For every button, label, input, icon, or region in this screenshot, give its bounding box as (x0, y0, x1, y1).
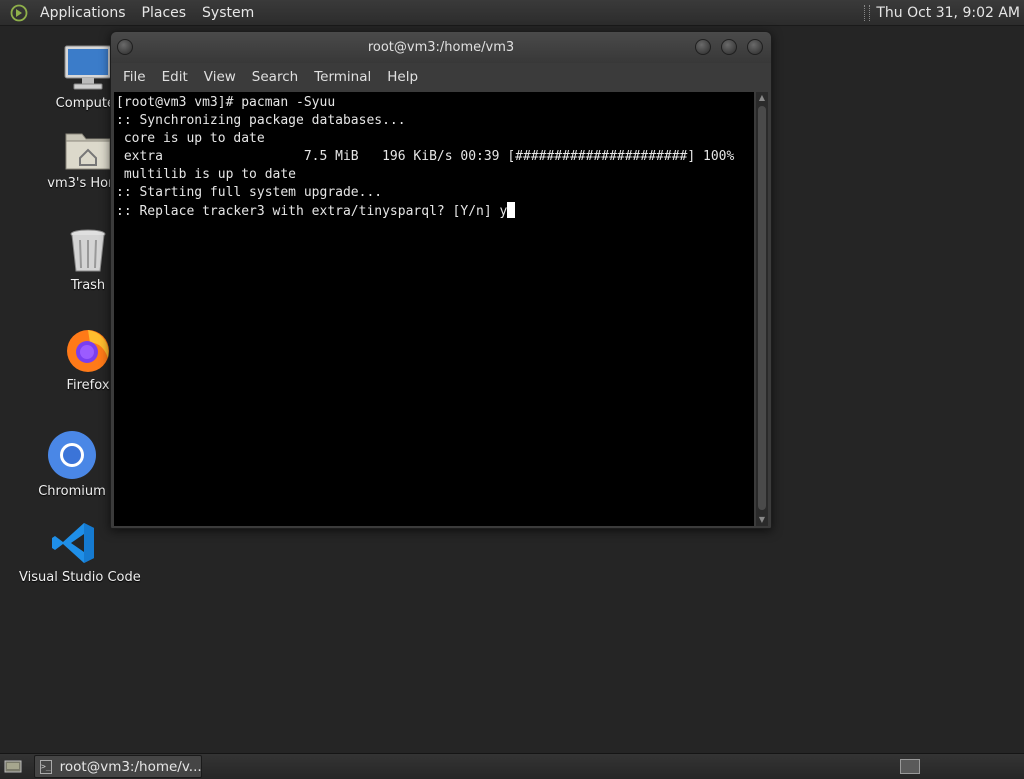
menu-edit[interactable]: Edit (154, 69, 196, 85)
system-menu[interactable]: System (194, 5, 262, 21)
workspace-switcher[interactable] (900, 759, 920, 774)
menu-terminal[interactable]: Terminal (306, 69, 379, 85)
terminal-window[interactable]: root@vm3:/home/vm3 File Edit View Search… (110, 31, 772, 529)
terminal-line: :: Replace tracker3 with extra/tinysparq… (116, 204, 508, 219)
terminal-menubar: File Edit View Search Terminal Help (111, 63, 771, 90)
trash-icon (70, 229, 106, 272)
computer-icon (64, 45, 112, 90)
terminal-scrollbar[interactable]: ▲ ▼ (756, 92, 768, 526)
desktop-icon-label: Chromium (38, 484, 106, 499)
close-button[interactable] (747, 39, 763, 55)
applications-menu[interactable]: Applications (32, 5, 134, 21)
desktop-icon-label: Visual Studio Code (19, 570, 141, 585)
terminal-line: core is up to date (116, 131, 265, 146)
menu-help[interactable]: Help (379, 69, 426, 85)
firefox-icon (67, 330, 109, 372)
show-desktop-icon[interactable] (4, 759, 22, 774)
menu-file[interactable]: File (115, 69, 154, 85)
window-title: root@vm3:/home/vm3 (367, 40, 515, 55)
vscode-icon (52, 523, 94, 563)
terminal-icon: >_ (40, 759, 52, 774)
bottom-panel: >_ root@vm3:/home/v... (0, 753, 1024, 779)
taskbar-terminal-button[interactable]: >_ root@vm3:/home/v... (34, 755, 202, 778)
terminal-line: multilib is up to date (116, 167, 297, 182)
desktop-icon-label: Firefox (66, 378, 110, 393)
panel-handle (864, 4, 871, 21)
window-menu-button[interactable] (117, 39, 133, 55)
terminal-line: :: Starting full system upgrade... (116, 185, 383, 200)
scroll-up-arrow-icon[interactable]: ▲ (756, 92, 768, 104)
window-titlebar[interactable]: root@vm3:/home/vm3 (111, 32, 771, 63)
terminal-line: [root@vm3 vm3]# pacman -Syuu (116, 95, 336, 110)
desktop-icon-vscode[interactable]: Visual Studio Code (19, 520, 141, 585)
scrollbar-thumb[interactable] (758, 106, 766, 510)
terminal-line: extra 7.5 MiB 196 KiB/s 00:39 [#########… (116, 149, 735, 164)
chromium-icon (48, 431, 96, 479)
scroll-down-arrow-icon[interactable]: ▼ (756, 514, 768, 526)
task-label: root@vm3:/home/v... (59, 758, 202, 775)
places-menu[interactable]: Places (134, 5, 195, 21)
home-folder-icon (65, 133, 111, 170)
menu-search[interactable]: Search (244, 69, 306, 85)
maximize-button[interactable] (721, 39, 737, 55)
text-cursor (507, 202, 516, 218)
desktop-icon-label: Trash (70, 278, 106, 293)
terminal-line: :: Synchronizing package databases... (116, 113, 406, 128)
menu-view[interactable]: View (196, 69, 244, 85)
distro-logo-icon[interactable] (10, 4, 28, 22)
minimize-button[interactable] (695, 39, 711, 55)
terminal-output[interactable]: [root@vm3 vm3]# pacman -Syuu:: Synchroni… (114, 92, 754, 526)
top-panel: Applications Places System Thu Oct 31, 9… (0, 0, 1024, 26)
terminal-prompt-line: :: Replace tracker3 with extra/tinysparq… (116, 202, 754, 221)
clock[interactable]: Thu Oct 31, 9:02 AM (876, 5, 1024, 21)
